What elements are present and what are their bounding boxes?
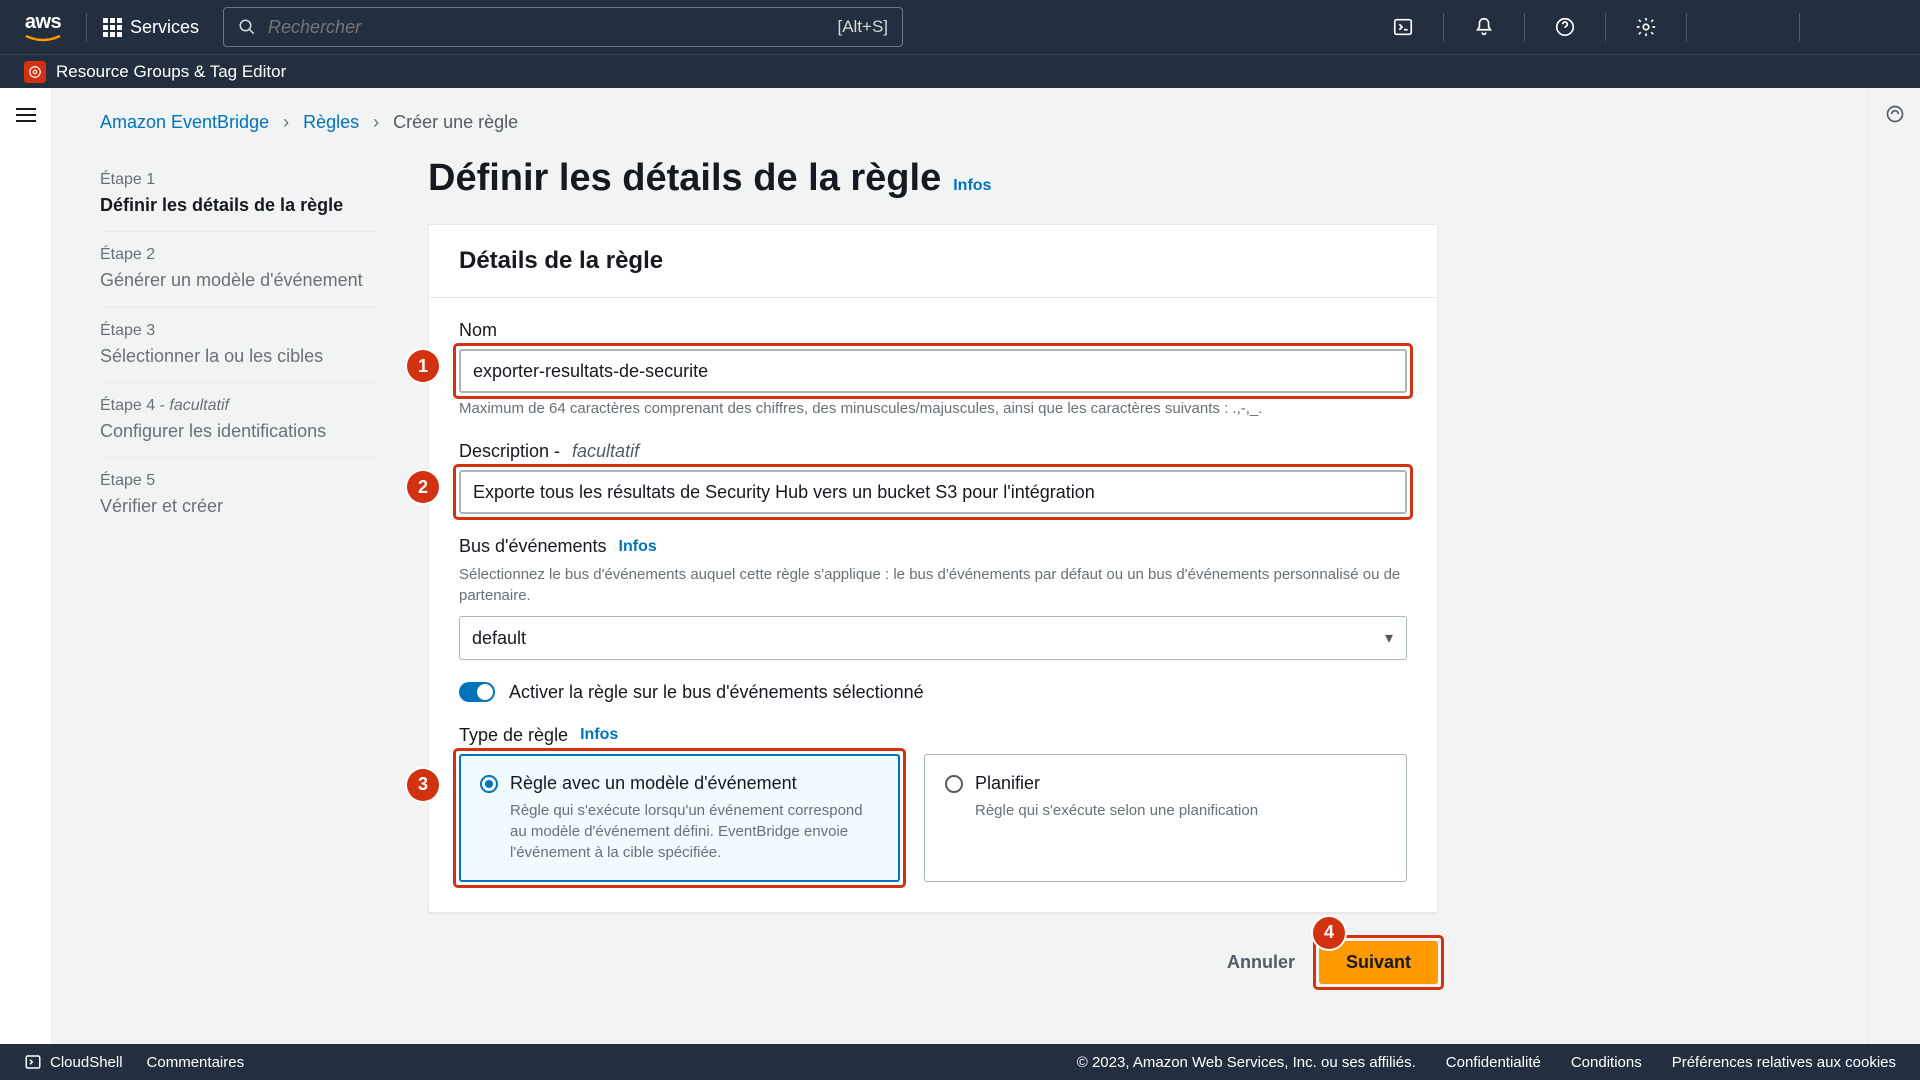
- search-icon: [238, 18, 256, 36]
- callout-4: 4: [1313, 917, 1345, 949]
- nav-divider: [86, 13, 87, 41]
- rule-detail-card: Détails de la règle 1 Nom Maximum de 64 …: [428, 224, 1438, 913]
- field-description: 2 Description - facultatif: [459, 441, 1407, 514]
- help-icon: [1554, 16, 1576, 38]
- rule-type-schedule[interactable]: Planifier Règle qui s'exécute selon une …: [924, 754, 1407, 882]
- global-search[interactable]: [Alt+S]: [223, 7, 903, 47]
- type-label: Type de règle: [459, 725, 568, 746]
- card-title: Détails de la règle: [459, 247, 1407, 275]
- search-shortcut: [Alt+S]: [837, 17, 888, 37]
- bell-icon: [1473, 16, 1495, 38]
- footer-bar: CloudShell Commentaires © 2023, Amazon W…: [0, 1044, 1920, 1080]
- search-input[interactable]: [268, 17, 837, 38]
- event-bus-select[interactable]: default: [459, 616, 1407, 660]
- description-input[interactable]: [459, 470, 1407, 514]
- cookies-link[interactable]: Préférences relatives aux cookies: [1672, 1054, 1896, 1071]
- callout-3: 3: [407, 769, 439, 801]
- aws-logo[interactable]: aws: [24, 11, 62, 44]
- bus-label: Bus d'événements: [459, 536, 607, 557]
- enable-rule-toggle-row: Activer la règle sur le bus d'événements…: [459, 682, 1407, 703]
- radio1-title: Règle avec un modèle d'événement: [510, 773, 797, 794]
- page-title-row: Définir les détails de la règle Infos: [428, 157, 1438, 200]
- field-name: 1 Nom Maximum de 64 caractères comprenan…: [459, 320, 1407, 419]
- grid-icon: [103, 18, 122, 37]
- feedback-link[interactable]: Commentaires: [147, 1054, 245, 1071]
- bus-help: Sélectionnez le bus d'événements auquel …: [459, 565, 1407, 606]
- radio-unselected-icon: [945, 775, 963, 793]
- bus-info-link[interactable]: Infos: [619, 538, 657, 556]
- page-info-link[interactable]: Infos: [953, 177, 991, 195]
- desc-label: Description - facultatif: [459, 441, 1407, 462]
- wizard-actions: Annuler 4 Suivant: [428, 941, 1438, 984]
- cloudshell-icon-button[interactable]: [1379, 7, 1427, 47]
- terminal-icon: [24, 1053, 42, 1071]
- radio1-desc: Règle qui s'exécute lorsqu'un événement …: [510, 800, 879, 863]
- name-help: Maximum de 64 caractères comprenant des …: [459, 399, 1407, 419]
- callout-1: 1: [407, 350, 439, 382]
- next-button[interactable]: Suivant: [1319, 941, 1438, 984]
- wizard-steps: Étape 1 Définir les détails de la règle …: [100, 157, 380, 984]
- step-5[interactable]: Étape 5 Vérifier et créer: [100, 458, 380, 532]
- callout-2: 2: [407, 471, 439, 503]
- step-3[interactable]: Étape 3 Sélectionner la ou les cibles: [100, 308, 380, 383]
- copyright-text: © 2023, Amazon Web Services, Inc. ou ses…: [1077, 1054, 1416, 1071]
- page-title: Définir les détails de la règle: [428, 157, 941, 200]
- name-label: Nom: [459, 320, 1407, 341]
- terms-link[interactable]: Conditions: [1571, 1054, 1642, 1071]
- chevron-right-icon: ›: [283, 112, 289, 133]
- chevron-right-icon: ›: [373, 112, 379, 133]
- subnav-bar: Resource Groups & Tag Editor: [0, 54, 1920, 88]
- breadcrumb-rules[interactable]: Règles: [303, 112, 359, 133]
- rule-type-pattern[interactable]: Règle avec un modèle d'événement Règle q…: [459, 754, 900, 882]
- cloudshell-button[interactable]: CloudShell: [24, 1053, 123, 1071]
- step-2[interactable]: Étape 2 Générer un modèle d'événement: [100, 232, 380, 307]
- step-1[interactable]: Étape 1 Définir les détails de la règle: [100, 157, 380, 232]
- breadcrumb-eventbridge[interactable]: Amazon EventBridge: [100, 112, 269, 133]
- name-input[interactable]: [459, 349, 1407, 393]
- services-label: Services: [130, 17, 199, 38]
- settings-button[interactable]: [1622, 7, 1670, 47]
- enable-rule-toggle[interactable]: [459, 682, 495, 702]
- type-info-link[interactable]: Infos: [580, 726, 618, 744]
- gear-icon: [1635, 16, 1657, 38]
- right-gutter: [1868, 88, 1920, 1044]
- info-panel-icon[interactable]: [1885, 104, 1905, 124]
- radio2-desc: Règle qui s'exécute selon une planificat…: [975, 800, 1386, 821]
- privacy-link[interactable]: Confidentialité: [1446, 1054, 1541, 1071]
- services-menu-button[interactable]: Services: [103, 17, 199, 38]
- notifications-button[interactable]: [1460, 7, 1508, 47]
- breadcrumb-current: Créer une règle: [393, 112, 518, 133]
- top-nav: aws Services [Alt+S]: [0, 0, 1920, 54]
- field-rule-type: 3 Type de règle Infos: [459, 725, 1407, 882]
- field-event-bus: Bus d'événements Infos Sélectionnez le b…: [459, 536, 1407, 660]
- radio2-title: Planifier: [975, 773, 1040, 794]
- step-4[interactable]: Étape 4 - facultatif Configurer les iden…: [100, 383, 380, 458]
- enable-rule-label: Activer la règle sur le bus d'événements…: [509, 682, 924, 703]
- help-button[interactable]: [1541, 7, 1589, 47]
- terminal-icon: [1392, 16, 1414, 38]
- sidebar-toggle-button[interactable]: [16, 104, 36, 126]
- resource-groups-badge-icon: [24, 61, 46, 83]
- left-gutter: [0, 88, 52, 1044]
- radio-selected-icon: [480, 775, 498, 793]
- nav-icon-group: [1379, 7, 1896, 47]
- subnav-label[interactable]: Resource Groups & Tag Editor: [56, 62, 286, 82]
- cancel-button[interactable]: Annuler: [1223, 942, 1299, 983]
- breadcrumb: Amazon EventBridge › Règles › Créer une …: [100, 112, 1820, 133]
